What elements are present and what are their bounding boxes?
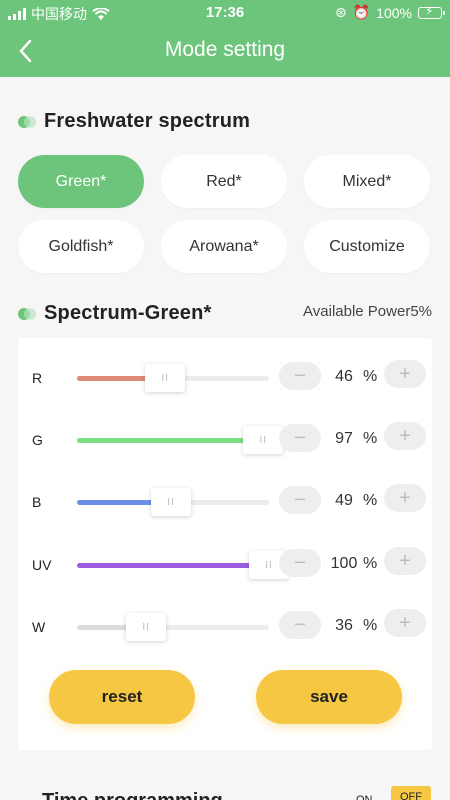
decrease-button[interactable]: −: [279, 424, 321, 452]
increase-button[interactable]: +: [384, 422, 426, 450]
header-bar: 中国移动 17:36 ⊛ ⏰ 100% ⚡ Mode setting: [0, 0, 450, 77]
freshwater-title: Freshwater spectrum: [44, 110, 251, 132]
channel-label: B: [32, 494, 42, 510]
channel-row-g: G II − 97 % +: [18, 420, 432, 460]
slider-track[interactable]: II: [77, 488, 269, 516]
mode-chip-customize[interactable]: Customize: [304, 220, 430, 273]
freshwater-header: Freshwater spectrum: [18, 110, 250, 133]
status-bar: 中国移动 17:36 ⊛ ⏰ 100% ⚡: [0, 0, 450, 26]
slider-track[interactable]: II: [77, 613, 269, 641]
mode-chip-goldfish[interactable]: Goldfish*: [18, 220, 144, 273]
channel-label: R: [32, 370, 43, 386]
alarm-icon: ⏰: [352, 4, 371, 20]
slider-thumb[interactable]: II: [126, 613, 167, 641]
slider-fill: [77, 563, 269, 568]
time-programming-title: Time programming: [42, 790, 223, 800]
slider-track[interactable]: II: [77, 551, 289, 579]
page-title: Mode setting: [164, 38, 286, 61]
section-dot-icon: [18, 307, 36, 320]
mode-chip-red[interactable]: Red*: [161, 155, 287, 208]
available-power: Available Power5%: [303, 303, 432, 320]
channel-row-r: R II − 46 % +: [18, 358, 432, 398]
channel-row-b: B II − 49 % +: [18, 482, 432, 522]
channel-label: G: [32, 432, 43, 448]
mode-chip-green[interactable]: Green*: [18, 155, 144, 208]
channel-label: W: [32, 619, 46, 635]
mode-chip-arowana[interactable]: Arowana*: [161, 220, 287, 273]
spectrum-title: Spectrum-Green*: [44, 302, 212, 324]
slider-thumb[interactable]: II: [243, 426, 284, 454]
channel-label: UV: [32, 557, 52, 573]
spectrum-card: R II − 46 % + G II − 97 % + B II − 49 % …: [18, 338, 432, 750]
reset-button[interactable]: reset: [49, 670, 195, 724]
on-label[interactable]: ON: [356, 794, 373, 800]
percent-unit: %: [363, 617, 378, 634]
channel-value: 46: [335, 368, 353, 385]
increase-button[interactable]: +: [384, 547, 426, 575]
slider-thumb[interactable]: II: [151, 488, 192, 516]
decrease-button[interactable]: −: [279, 549, 321, 577]
slider-fill: [77, 438, 264, 443]
slider-track[interactable]: II: [77, 426, 284, 454]
increase-button[interactable]: +: [384, 360, 426, 388]
channel-value: 97: [335, 430, 353, 447]
slider-track[interactable]: II: [77, 364, 269, 392]
channel-row-uv: UV II − 100 % +: [18, 545, 432, 585]
mode-chip-mixed[interactable]: Mixed*: [304, 155, 430, 208]
battery-percent: 100%: [376, 4, 412, 21]
channel-value: 49: [335, 492, 353, 509]
percent-unit: %: [363, 430, 378, 447]
decrease-button[interactable]: −: [279, 611, 321, 639]
channel-value: 100: [330, 555, 358, 572]
lock-rotation-icon: ⊛: [335, 4, 347, 20]
decrease-button[interactable]: −: [279, 486, 321, 514]
section-dot-icon: [18, 115, 36, 128]
battery-icon: ⚡: [418, 4, 445, 19]
increase-button[interactable]: +: [384, 484, 426, 512]
percent-unit: %: [363, 492, 378, 509]
decrease-button[interactable]: −: [279, 362, 321, 390]
spectrum-header: Spectrum-Green*: [18, 302, 212, 325]
channel-value: 36: [335, 617, 353, 634]
slider-thumb[interactable]: II: [145, 364, 186, 392]
time-programming-header: Time programming ON OFF: [0, 776, 450, 800]
channel-row-w: W II − 36 % +: [18, 607, 432, 647]
off-toggle[interactable]: OFF: [391, 786, 431, 800]
mode-chip-group: Green* Red* Mixed* Goldfish* Arowana* Cu…: [18, 155, 432, 273]
increase-button[interactable]: +: [384, 609, 426, 637]
percent-unit: %: [363, 368, 378, 385]
percent-unit: %: [363, 555, 378, 572]
save-button[interactable]: save: [256, 670, 402, 724]
